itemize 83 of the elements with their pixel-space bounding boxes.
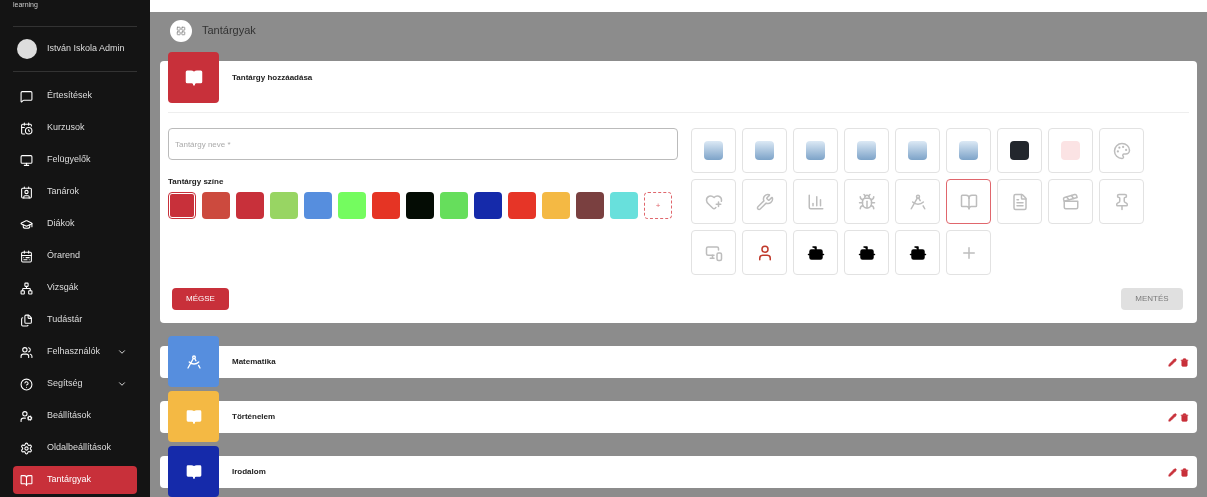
add-color-button[interactable]: + bbox=[644, 192, 672, 219]
compass-icon bbox=[908, 192, 927, 211]
sidebar-item[interactable]: Felhasználók bbox=[13, 338, 137, 366]
color-swatch[interactable] bbox=[270, 192, 298, 219]
user-name: István Iskola Admin bbox=[47, 42, 125, 56]
bar-chart-icon bbox=[806, 192, 825, 211]
sidebar-item[interactable]: Vizsgák bbox=[13, 274, 137, 302]
book-icon bbox=[959, 192, 978, 211]
color-swatch[interactable] bbox=[338, 192, 366, 219]
users-icon bbox=[20, 345, 33, 359]
subject-name: Irodalom bbox=[232, 466, 267, 478]
sidebar-item[interactable]: Diákok bbox=[13, 210, 137, 238]
delete-icon[interactable] bbox=[1180, 357, 1189, 367]
heart-plus-icon bbox=[704, 192, 723, 211]
image-thumbnail bbox=[959, 141, 978, 160]
grid-icon bbox=[176, 25, 186, 36]
palette-icon bbox=[1112, 141, 1131, 160]
image-thumbnail bbox=[857, 141, 876, 160]
image-thumbnail bbox=[1061, 141, 1080, 160]
sidebar-item[interactable]: Tantárgyak bbox=[13, 466, 137, 494]
message-icon bbox=[20, 89, 33, 103]
sidebar-item[interactable]: Felügyelők bbox=[13, 146, 137, 174]
user-settings-icon bbox=[20, 409, 33, 423]
card-title: Tantárgy hozzáadása bbox=[232, 72, 313, 84]
image-thumbnail bbox=[908, 141, 927, 160]
files-icon bbox=[20, 313, 33, 327]
color-swatch[interactable] bbox=[610, 192, 638, 219]
color-swatch[interactable] bbox=[406, 192, 434, 219]
compass-icon bbox=[185, 353, 202, 370]
subject-name-field[interactable]: Tantárgy neve * bbox=[168, 128, 678, 160]
color-swatch[interactable] bbox=[168, 192, 196, 219]
edit-icon[interactable] bbox=[1168, 357, 1177, 367]
delete-icon[interactable] bbox=[1180, 412, 1189, 422]
subject-name: Történelem bbox=[232, 411, 277, 423]
delete-icon[interactable] bbox=[1180, 467, 1189, 477]
subject-row[interactable]: Matematika bbox=[160, 346, 1197, 378]
sidebar-item[interactable]: Órarend bbox=[13, 242, 137, 270]
clapperboard-icon bbox=[1061, 192, 1080, 211]
avatar bbox=[17, 39, 37, 59]
bug-icon bbox=[857, 192, 876, 211]
subject-name: Matematika bbox=[232, 356, 277, 368]
sidebar-item[interactable]: Kurzusok bbox=[13, 114, 137, 142]
color-swatch[interactable] bbox=[372, 192, 400, 219]
book-icon bbox=[184, 68, 203, 87]
settings-icon bbox=[20, 441, 33, 455]
cancel-button[interactable]: MÉGSE bbox=[172, 288, 229, 310]
color-swatch[interactable] bbox=[542, 192, 570, 219]
edit-icon[interactable] bbox=[1168, 467, 1177, 477]
sidebar-item[interactable]: Értesítések bbox=[13, 82, 137, 110]
color-swatch[interactable] bbox=[304, 192, 332, 219]
sidebar-item[interactable]: Tudástár bbox=[13, 306, 137, 334]
book-icon bbox=[20, 473, 33, 487]
monitor-icon bbox=[20, 153, 33, 167]
color-label: Tantárgy színe bbox=[168, 176, 225, 188]
network-icon bbox=[20, 281, 33, 295]
calendar-icon bbox=[20, 249, 33, 263]
book-icon bbox=[185, 408, 202, 425]
calendar-clock-icon bbox=[20, 121, 33, 135]
color-swatch[interactable] bbox=[576, 192, 604, 219]
document-icon bbox=[1010, 192, 1029, 211]
graduation-cap-icon bbox=[20, 217, 33, 231]
edit-icon[interactable] bbox=[1168, 412, 1177, 422]
color-swatch[interactable] bbox=[236, 192, 264, 219]
image-thumbnail bbox=[1010, 141, 1029, 160]
sidebar-item[interactable]: Beállítások bbox=[13, 402, 137, 430]
color-swatch[interactable] bbox=[202, 192, 230, 219]
image-thumbnail bbox=[806, 141, 825, 160]
sidebar-item[interactable]: Tanárok bbox=[13, 178, 137, 206]
book-icon bbox=[185, 463, 202, 480]
subject-row[interactable]: Irodalom bbox=[160, 456, 1197, 488]
color-swatch[interactable] bbox=[474, 192, 502, 219]
sidebar-item[interactable]: Segítség bbox=[13, 370, 137, 398]
color-swatch[interactable] bbox=[508, 192, 536, 219]
devices-icon bbox=[704, 243, 723, 262]
page-title: Tantárgyak bbox=[202, 23, 256, 39]
badge-icon bbox=[20, 185, 33, 199]
wrench-icon bbox=[755, 192, 774, 211]
sidebar-item[interactable]: Oldalbeállítások bbox=[13, 434, 137, 462]
image-thumbnail bbox=[755, 141, 774, 160]
help-icon bbox=[20, 377, 33, 391]
image-thumbnail bbox=[704, 141, 723, 160]
subject-row[interactable]: Történelem bbox=[160, 401, 1197, 433]
color-swatch[interactable] bbox=[440, 192, 468, 219]
